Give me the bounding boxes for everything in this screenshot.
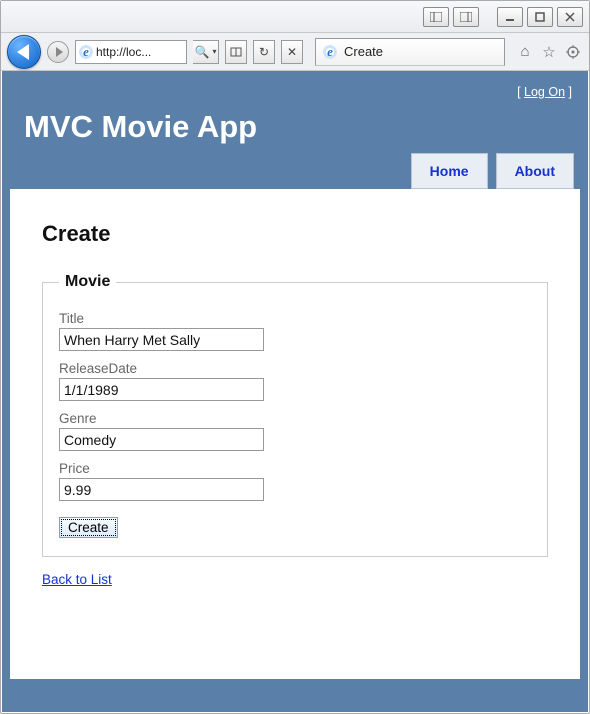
price-label: Price — [59, 461, 531, 476]
compat-view-button[interactable] — [225, 40, 247, 64]
home-icon[interactable]: ⌂ — [515, 42, 535, 62]
login-bracket: [ — [517, 85, 524, 99]
navbar: e http://loc... 🔍▾ ↻ ✕ e Create ⌂ ☆ — [1, 33, 589, 71]
back-button[interactable] — [7, 35, 41, 69]
nav-about[interactable]: About — [496, 153, 574, 189]
content-area: Create Movie Title ReleaseDate Genre Pri… — [10, 189, 580, 679]
browser-tab[interactable]: e Create — [315, 38, 505, 66]
title-input[interactable] — [59, 328, 264, 351]
releasedate-label: ReleaseDate — [59, 361, 531, 376]
split-right-icon[interactable] — [453, 7, 479, 27]
address-bar[interactable]: e http://loc... — [75, 40, 187, 64]
toolbar-right: ⌂ ☆ — [515, 42, 583, 62]
login-bar: [ Log On ] — [10, 79, 580, 105]
genre-input[interactable] — [59, 428, 264, 451]
page-viewport: [ Log On ] MVC Movie App Home About Crea… — [2, 71, 588, 712]
tab-title: Create — [344, 44, 383, 59]
nav-tabs: Home About — [10, 153, 580, 189]
fieldset-legend: Movie — [59, 273, 116, 291]
back-to-list-link[interactable]: Back to List — [42, 572, 112, 587]
logon-link[interactable]: Log On — [524, 85, 565, 99]
close-button[interactable] — [557, 7, 583, 27]
forward-button[interactable] — [47, 41, 69, 63]
genre-label: Genre — [59, 411, 531, 426]
create-button[interactable]: Create — [59, 517, 118, 538]
price-input[interactable] — [59, 478, 264, 501]
ie-icon: e — [322, 44, 338, 60]
stop-button[interactable]: ✕ — [281, 40, 303, 64]
search-icon: 🔍 — [195, 45, 210, 59]
title-label: Title — [59, 311, 531, 326]
nav-home[interactable]: Home — [411, 153, 488, 189]
favorites-icon[interactable]: ☆ — [539, 42, 559, 62]
tools-icon[interactable] — [563, 42, 583, 62]
page-heading: Create — [42, 221, 548, 247]
search-dropdown[interactable]: 🔍▾ — [193, 40, 219, 64]
movie-fieldset: Movie Title ReleaseDate Genre Price Crea… — [42, 273, 548, 557]
ie-icon: e — [78, 44, 94, 60]
minimize-button[interactable] — [497, 7, 523, 27]
address-text: http://loc... — [96, 45, 186, 59]
maximize-button[interactable] — [527, 7, 553, 27]
releasedate-input[interactable] — [59, 378, 264, 401]
split-left-icon[interactable] — [423, 7, 449, 27]
login-bracket: ] — [565, 85, 572, 99]
app-title: MVC Movie App — [10, 105, 580, 153]
titlebar — [1, 1, 589, 33]
refresh-button[interactable]: ↻ — [253, 40, 275, 64]
browser-window: e http://loc... 🔍▾ ↻ ✕ e Create ⌂ ☆ [ Lo… — [0, 0, 590, 714]
